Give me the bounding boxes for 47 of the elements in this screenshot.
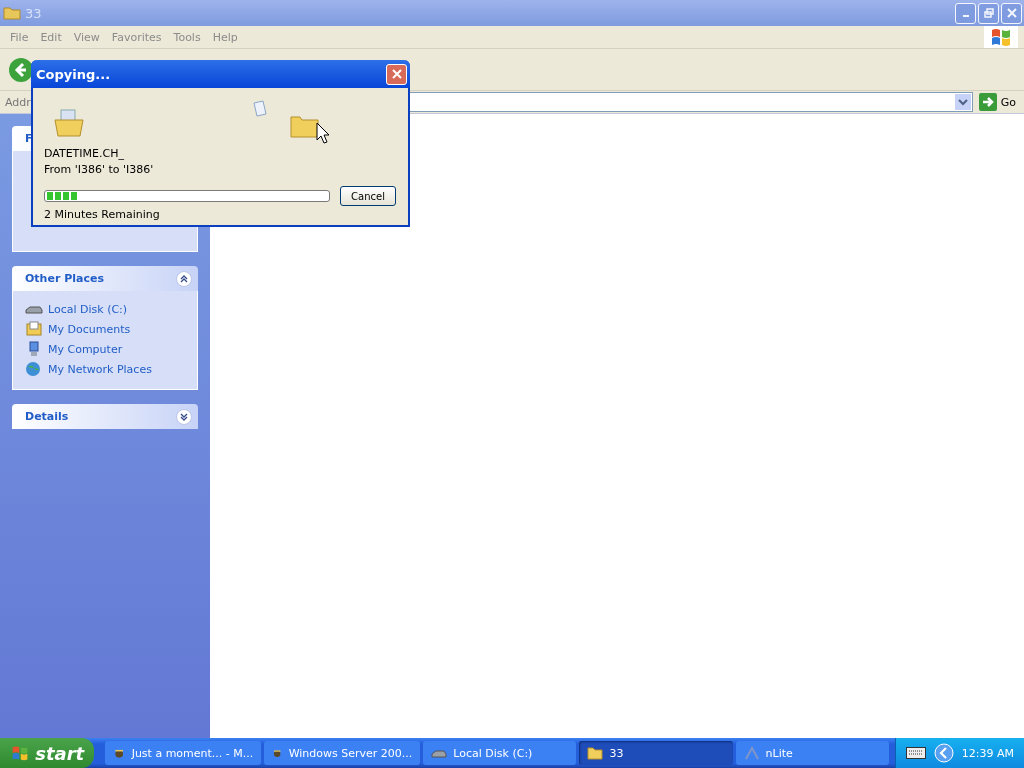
taskbar-button[interactable]: Just a moment... - M... [105, 741, 262, 765]
network-icon [25, 361, 43, 377]
close-button[interactable] [386, 63, 407, 85]
sidebar-link[interactable]: Local Disk (C:) [48, 302, 128, 316]
paper-icon [251, 100, 267, 118]
window-title: 33 [25, 5, 42, 21]
restore-icon [983, 8, 994, 18]
sidebar-link[interactable]: My Computer [48, 342, 123, 356]
clock: 12:39 AM [961, 746, 1014, 760]
taskbar-button[interactable]: Windows Server 200... [264, 741, 421, 765]
expand-icon[interactable] [176, 408, 192, 425]
taskbar-button[interactable]: 33 [579, 741, 733, 765]
copy-route: From 'I386' to 'I386' [44, 162, 155, 178]
folder-icon [3, 6, 21, 20]
time-remaining: 2 Minutes Remaining [44, 208, 161, 221]
dialog-title: Copying... [36, 66, 111, 82]
menu-item[interactable]: View [67, 30, 106, 44]
menu-item[interactable]: Edit [34, 30, 68, 44]
go-button[interactable]: Go [976, 93, 1024, 111]
file-name: DATETIME.CH_ [44, 146, 125, 162]
menu-item[interactable]: Favorites [105, 30, 168, 44]
cancel-button[interactable]: Cancel [340, 186, 396, 206]
panel-header[interactable]: Other Places [12, 266, 198, 291]
minimize-icon [962, 15, 969, 17]
keyboard-icon[interactable] [905, 747, 926, 759]
close-icon [1006, 8, 1017, 18]
taskbar-button[interactable]: nLite [735, 741, 889, 765]
windows-logo-icon [984, 26, 1018, 48]
menu-item[interactable]: File [4, 30, 35, 44]
menu-item[interactable]: Help [206, 30, 244, 44]
taskbar-button[interactable]: Local Disk (C:) [423, 741, 577, 765]
collapse-icon[interactable] [176, 270, 192, 287]
folder-icon [53, 108, 85, 138]
cursor-icon [316, 122, 330, 144]
folder-icon [587, 745, 604, 761]
sidebar-link[interactable]: My Network Places [48, 362, 152, 376]
dropdown-icon[interactable] [954, 94, 971, 110]
arrow-icon [978, 93, 997, 111]
sidebar-link[interactable]: My Documents [48, 322, 131, 336]
panel-header[interactable]: Details [12, 404, 198, 429]
address-label: Addr [4, 95, 32, 109]
start-button[interactable]: start [0, 738, 95, 768]
back-icon[interactable] [8, 56, 34, 83]
close-icon [391, 69, 402, 79]
menu-item[interactable]: Tools [167, 30, 207, 44]
documents-icon [25, 321, 43, 337]
chevron-icon[interactable] [933, 743, 954, 763]
